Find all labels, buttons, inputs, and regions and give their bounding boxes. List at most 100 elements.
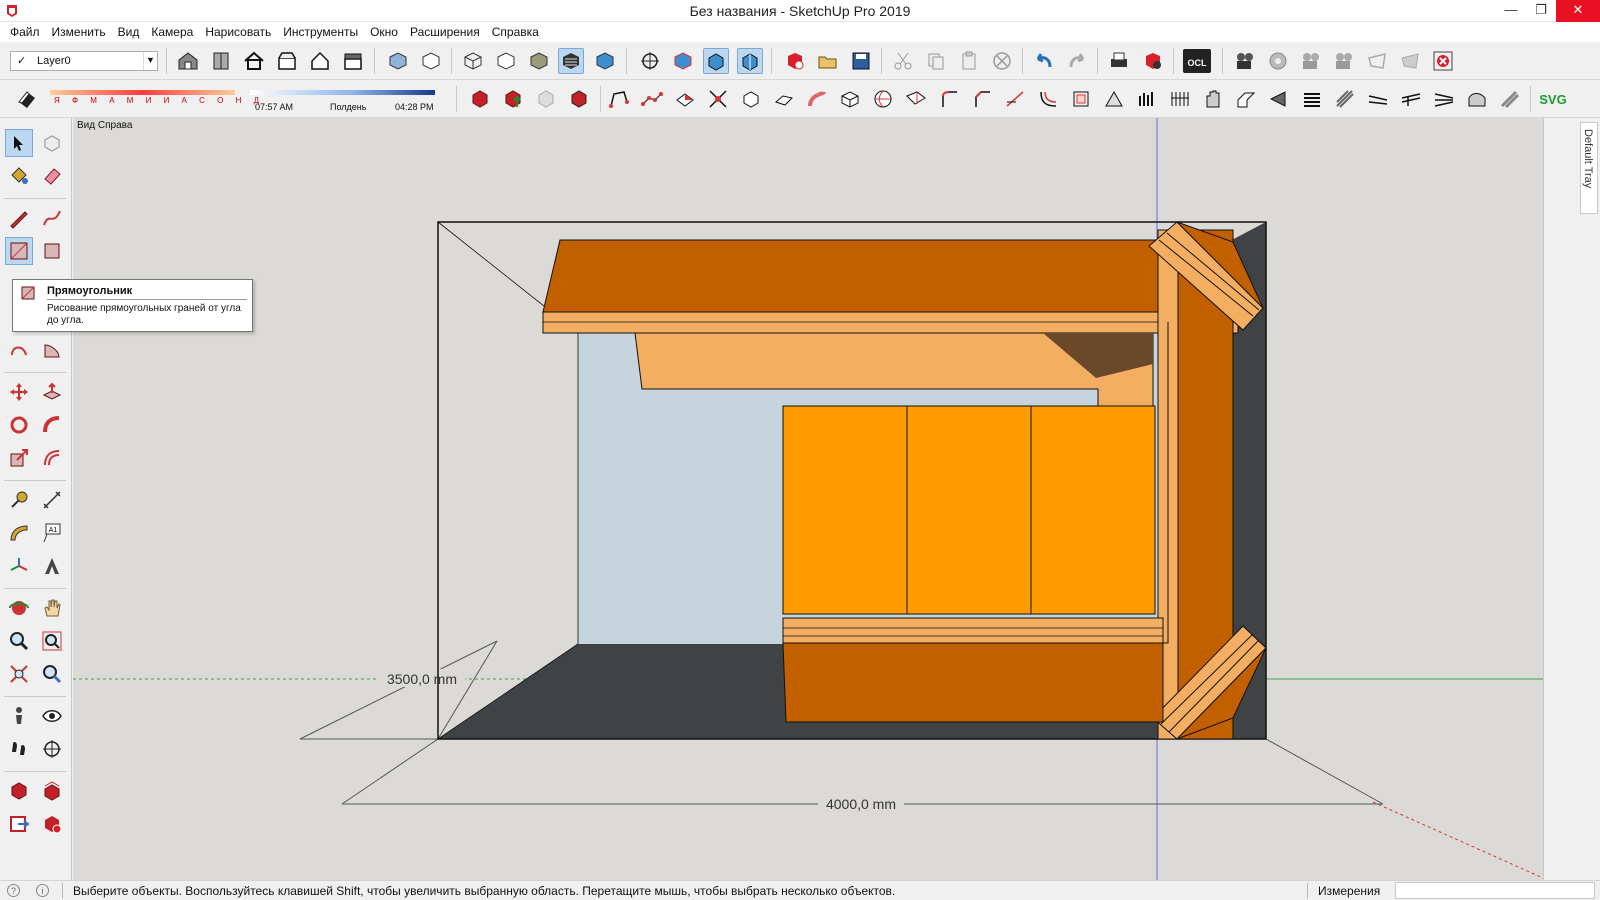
protractor-icon[interactable] xyxy=(5,519,33,547)
front-view-icon[interactable] xyxy=(703,48,729,74)
text-tool-icon[interactable]: A1 xyxy=(38,519,66,547)
cabinet-door-2[interactable] xyxy=(906,405,1032,615)
geolocation-icon[interactable]: ? xyxy=(7,884,20,897)
house-outline-icon[interactable] xyxy=(307,48,333,74)
pie-icon[interactable] xyxy=(38,336,66,364)
save-icon[interactable] xyxy=(848,48,874,74)
print-icon[interactable] xyxy=(1106,48,1132,74)
monochrome-icon[interactable] xyxy=(592,48,618,74)
paint-bucket-icon[interactable] xyxy=(5,162,33,190)
offset-tool-icon[interactable] xyxy=(38,444,66,472)
zoom-icon[interactable] xyxy=(5,627,33,655)
position-camera-icon[interactable] xyxy=(5,702,33,730)
previous-view-icon[interactable] xyxy=(38,660,66,688)
pan-hand-icon[interactable] xyxy=(38,594,66,622)
info-icon[interactable]: i xyxy=(36,884,49,897)
menu-window[interactable]: Окно xyxy=(364,25,404,39)
shadows-toggle-icon[interactable] xyxy=(14,86,40,112)
push-pull-icon[interactable] xyxy=(38,378,66,406)
stop-icon[interactable] xyxy=(1430,48,1456,74)
warehouse-tool-icon[interactable] xyxy=(5,777,33,805)
scale-icon[interactable] xyxy=(5,444,33,472)
new-file-icon[interactable] xyxy=(782,48,808,74)
section-plane-icon[interactable] xyxy=(38,735,66,763)
shaded-icon[interactable] xyxy=(526,48,552,74)
rotated-rectangle-icon[interactable] xyxy=(38,237,66,265)
zoom-extents-icon[interactable] xyxy=(5,660,33,688)
3d-text-icon[interactable] xyxy=(38,552,66,580)
orbit-icon[interactable] xyxy=(5,594,33,622)
chevron-down-icon[interactable]: ▼ xyxy=(143,52,157,70)
eraser-icon[interactable] xyxy=(38,162,66,190)
shaded-textures-icon[interactable] xyxy=(558,48,584,74)
scene-frame-icon[interactable] xyxy=(1364,48,1390,74)
reel-icon[interactable] xyxy=(1265,48,1291,74)
erase-selection-icon[interactable] xyxy=(989,48,1015,74)
axes-icon[interactable] xyxy=(5,552,33,580)
width-dimension[interactable]: 4000,0 mm xyxy=(826,796,896,812)
rectangle-tool-icon[interactable] xyxy=(5,237,33,265)
wireframe-icon[interactable] xyxy=(460,48,486,74)
cut-icon[interactable] xyxy=(890,48,916,74)
model-canvas[interactable]: 3500,0 mm 4000,0 mm xyxy=(73,118,1543,880)
tape-measure-icon[interactable] xyxy=(5,486,33,514)
walk-icon[interactable] xyxy=(5,735,33,763)
component-icon[interactable] xyxy=(208,48,234,74)
arc-icon[interactable] xyxy=(5,336,33,364)
upper-cabinet[interactable] xyxy=(542,239,1164,313)
menu-camera[interactable]: Камера xyxy=(145,25,199,39)
scene-shade-icon[interactable] xyxy=(1397,48,1423,74)
iso-view-icon[interactable] xyxy=(637,48,663,74)
month-slider[interactable] xyxy=(50,90,235,95)
menu-edit[interactable]: Изменить xyxy=(46,25,112,39)
zoom-window-icon[interactable] xyxy=(38,627,66,655)
depth-dimension[interactable]: 3500,0 mm xyxy=(387,671,457,687)
copy-icon[interactable] xyxy=(923,48,949,74)
store-icon[interactable] xyxy=(274,48,300,74)
menu-extensions[interactable]: Расширения xyxy=(404,25,486,39)
menu-tools[interactable]: Инструменты xyxy=(277,25,364,39)
paste-icon[interactable] xyxy=(956,48,982,74)
menu-draw[interactable]: Нарисовать xyxy=(199,25,277,39)
top-view-icon[interactable] xyxy=(670,48,696,74)
close-icon[interactable]: ✕ xyxy=(1556,0,1600,22)
minimize-icon[interactable]: — xyxy=(1496,0,1526,22)
look-around-icon[interactable] xyxy=(38,702,66,730)
layer-dropdown[interactable]: ✓ Layer0 ▼ xyxy=(10,51,158,71)
time-slider[interactable] xyxy=(250,90,435,95)
camera-remove-icon[interactable] xyxy=(1331,48,1357,74)
tray-tab[interactable]: Default Tray xyxy=(1580,122,1598,214)
send-to-layout-icon[interactable] xyxy=(5,810,33,838)
move-icon[interactable] xyxy=(5,378,33,406)
dimension-icon[interactable] xyxy=(38,486,66,514)
base-cabinet[interactable] xyxy=(782,642,1164,723)
rotate-icon[interactable] xyxy=(5,411,33,439)
warehouse-icon[interactable] xyxy=(175,48,201,74)
room-model[interactable] xyxy=(437,221,1267,740)
right-view-icon[interactable] xyxy=(737,48,763,74)
redo-icon[interactable] xyxy=(1064,48,1090,74)
cabinet-door-1[interactable] xyxy=(782,405,908,615)
freehand-icon[interactable] xyxy=(38,204,66,232)
maximize-icon[interactable]: ❐ xyxy=(1526,0,1556,22)
component-tool-icon[interactable] xyxy=(38,129,66,157)
extension-store-icon[interactable] xyxy=(340,48,366,74)
model-viewport[interactable]: Вид Справа 3500,0 mm 4000,0 mm xyxy=(73,118,1543,880)
back-edges-icon[interactable] xyxy=(418,48,444,74)
home-icon[interactable] xyxy=(241,48,267,74)
menu-help[interactable]: Справка xyxy=(486,25,545,39)
open-folder-icon[interactable] xyxy=(815,48,841,74)
undo-icon[interactable] xyxy=(1031,48,1057,74)
cabinet-door-3[interactable] xyxy=(1030,405,1156,615)
select-tool-icon[interactable] xyxy=(5,129,33,157)
measurements-input[interactable] xyxy=(1395,882,1595,899)
share-model-icon[interactable] xyxy=(38,777,66,805)
opencutlist-icon[interactable]: OCL xyxy=(1182,48,1212,74)
menu-file[interactable]: Файл xyxy=(4,25,46,39)
pencil-icon[interactable] xyxy=(5,204,33,232)
model-info-icon[interactable] xyxy=(1140,48,1166,74)
camera-add-icon[interactable] xyxy=(1298,48,1324,74)
extension-warehouse-icon[interactable] xyxy=(38,810,66,838)
menu-view[interactable]: Вид xyxy=(112,25,146,39)
xray-icon[interactable] xyxy=(385,48,411,74)
